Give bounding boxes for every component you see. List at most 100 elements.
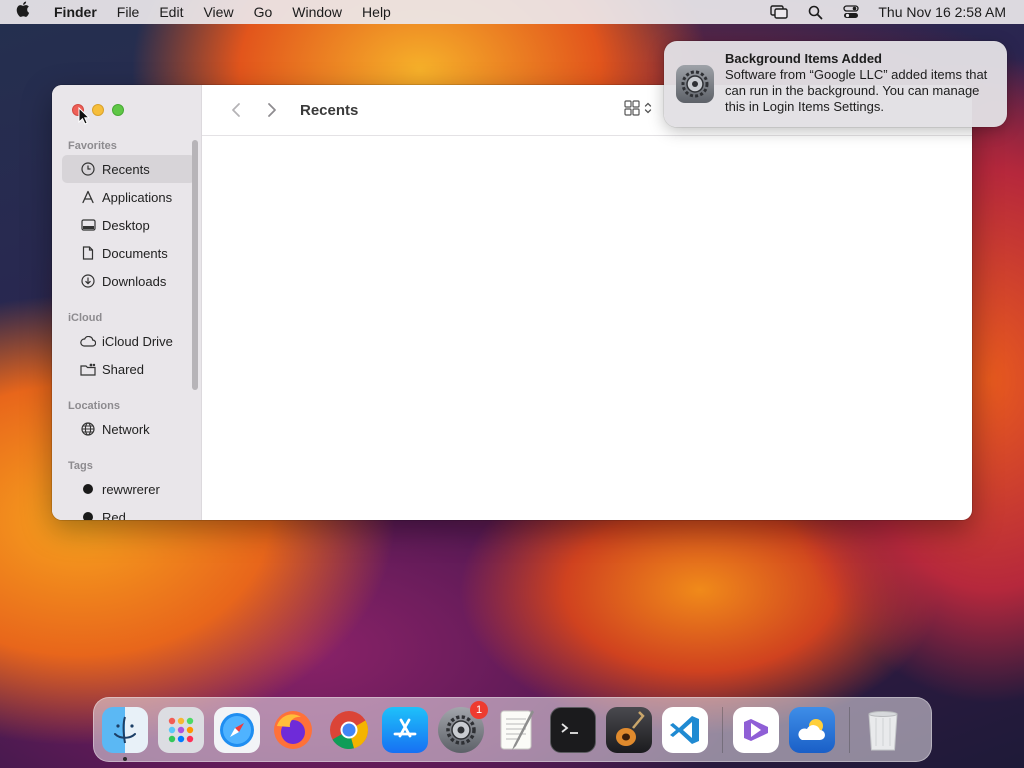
desktop-icon [80,217,96,233]
textedit-icon [500,709,534,750]
app-menu-finder[interactable]: Finder [44,0,107,24]
dock-app-store[interactable] [382,706,428,753]
sidebar-section-locations: Locations [68,400,120,412]
zoom-window-button[interactable] [112,104,124,116]
dock-safari[interactable] [214,706,260,753]
menu-file[interactable]: File [107,0,150,24]
app-store-icon [393,718,417,737]
sidebar-section-icloud: iCloud [68,312,103,324]
spotlight-search-icon[interactable] [806,4,824,20]
sidebar-section-favorites: Favorites [68,140,117,152]
sidebar-item-label: rewwrerer [102,481,160,497]
sidebar-section-tags: Tags [68,460,93,472]
menu-view[interactable]: View [193,0,243,24]
sidebar-tag-red[interactable]: Red [62,503,195,520]
clock-icon [80,161,96,177]
shared-folder-icon [80,361,96,377]
sidebar-list: Favorites Recents Applications Desktop D… [52,137,201,520]
window-title: Recents [300,101,359,119]
sidebar-item-label: Downloads [102,273,167,289]
dock-weather[interactable] [789,706,835,753]
minimize-window-button[interactable] [92,104,104,116]
screen-mirroring-icon[interactable] [770,4,789,20]
chevron-up-down-icon [644,102,652,114]
finder-window: Favorites Recents Applications Desktop D… [52,85,972,520]
firefox-icon [274,710,312,749]
dock-vscode[interactable] [662,706,708,753]
finder-face-icon [114,716,136,743]
applications-icon [80,189,96,205]
tag-color-dot-icon [83,512,93,520]
trash-icon [868,710,898,750]
visual-studio-icon [744,718,768,741]
notification-title: Background Items Added [725,51,882,66]
terminal-prompt-icon [561,722,578,734]
background-items-notification[interactable]: Background Items Added Software from “Go… [664,41,1007,127]
sidebar-item-icloud-drive[interactable]: iCloud Drive [62,327,195,355]
notification-content: Background Items Added Software from “Go… [725,51,995,117]
dock-terminal[interactable] [550,706,596,753]
dock-visual-studio[interactable] [733,706,779,753]
dock-finder[interactable] [102,706,148,761]
vscode-icon [670,715,699,744]
guitar-icon [616,710,645,746]
sidebar-item-shared[interactable]: Shared [62,355,195,383]
system-settings-gear-icon [676,65,714,103]
launchpad-grid-icon [168,717,194,742]
finder-content: Recents [202,85,972,520]
safari-compass-icon [220,712,254,747]
running-indicator [123,756,127,761]
sidebar-item-label: Shared [102,361,144,377]
sidebar-item-recents[interactable]: Recents [62,155,195,183]
view-options-button[interactable] [624,100,652,116]
dock-system-settings[interactable]: 1 [438,700,488,753]
dock-launchpad[interactable] [158,706,204,753]
dock-chrome[interactable] [326,707,372,753]
chevron-right-icon [268,103,276,117]
document-icon [80,245,96,261]
dock-trash[interactable] [860,707,906,753]
sidebar-item-desktop[interactable]: Desktop [62,211,195,239]
mouse-cursor-icon [78,107,90,125]
dock-textedit[interactable] [494,707,540,753]
chevron-left-icon [232,103,240,117]
back-button[interactable] [224,98,248,122]
notification-message: Software from “Google LLC” added items t… [725,67,988,114]
weather-cloud-sun-icon [798,718,825,740]
globe-icon [80,421,96,437]
sidebar-tag-rewwrerer[interactable]: rewwrerer [62,475,195,503]
tag-color-dot-icon [83,484,93,494]
menu-help[interactable]: Help [352,0,401,24]
menu-bar-clock[interactable]: Thu Nov 16 2:58 AM [878,4,1006,20]
dock-firefox[interactable] [270,707,316,753]
menu-go[interactable]: Go [244,0,283,24]
sidebar-scrollbar[interactable] [192,140,198,390]
menu-window[interactable]: Window [282,0,352,24]
sidebar-item-network[interactable]: Network [62,415,195,443]
sidebar-item-downloads[interactable]: Downloads [62,267,195,295]
sidebar-item-label: Documents [102,245,168,261]
status-area: Thu Nov 16 2:58 AM [770,4,1024,20]
dock-garageband[interactable] [606,706,652,753]
sidebar-item-applications[interactable]: Applications [62,183,195,211]
notification-badge: 1 [470,700,488,719]
sidebar-item-label: iCloud Drive [102,333,173,349]
finder-sidebar: Favorites Recents Applications Desktop D… [52,85,202,520]
sidebar-item-label: Red [102,509,126,521]
gear-icon [446,714,476,745]
cloud-icon [80,333,96,349]
apple-menu-icon[interactable] [16,0,40,24]
forward-button[interactable] [260,98,284,122]
menu-edit[interactable]: Edit [149,0,193,24]
chrome-icon [330,710,369,749]
sidebar-item-documents[interactable]: Documents [62,239,195,267]
sidebar-item-label: Network [102,421,150,437]
download-icon [80,273,96,289]
dock-separator [722,706,723,753]
sidebar-item-label: Recents [102,161,150,177]
dock-separator [849,706,850,753]
control-center-icon[interactable] [842,4,860,20]
sidebar-item-label: Desktop [102,217,150,233]
grid-view-icon [624,100,640,116]
sidebar-item-label: Applications [102,189,173,205]
